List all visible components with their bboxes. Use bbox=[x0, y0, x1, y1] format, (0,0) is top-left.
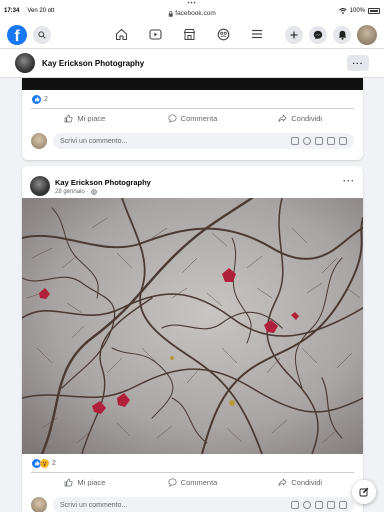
post-date: 28 gennaio bbox=[55, 188, 85, 195]
share-button[interactable]: Condividi bbox=[246, 478, 354, 487]
page-more-button[interactable]: ··· bbox=[347, 55, 369, 71]
post-actions: Mi piace Commenta Condividi bbox=[31, 472, 354, 492]
page-avatar[interactable] bbox=[15, 53, 35, 73]
status-time: 17:34 bbox=[4, 7, 20, 14]
post-card: 2 Mi piace Commenta Condividi Scrivi un … bbox=[22, 78, 363, 160]
status-bar: 17:34 Ven 20 ott ••• facebook.com 100% bbox=[0, 0, 384, 21]
share-button[interactable]: Condividi bbox=[246, 114, 354, 123]
comment-button[interactable]: Commenta bbox=[139, 114, 247, 123]
dot-separator: · bbox=[86, 188, 89, 195]
comment-label: Commenta bbox=[180, 114, 218, 123]
share-label: Condividi bbox=[291, 478, 323, 487]
user-avatar[interactable] bbox=[31, 133, 47, 149]
author-name[interactable]: Kay Erickson Photography bbox=[55, 178, 151, 187]
gif-icon[interactable] bbox=[327, 501, 335, 509]
author-avatar[interactable] bbox=[30, 176, 50, 196]
reactions-summary[interactable]: 2 bbox=[22, 90, 363, 108]
comment-composer: Scrivi un commento... bbox=[22, 495, 363, 512]
search-button[interactable] bbox=[33, 25, 51, 44]
comment-icon bbox=[168, 478, 177, 487]
comment-placeholder: Scrivi un commento... bbox=[60, 501, 128, 509]
like-button[interactable]: Mi piace bbox=[31, 478, 139, 487]
post-timestamp[interactable]: 28 gennaio · bbox=[55, 189, 151, 195]
page-header: Kay Erickson Photography ··· bbox=[0, 49, 384, 78]
search-icon bbox=[38, 30, 46, 39]
avatar-sticker-icon[interactable] bbox=[291, 137, 299, 145]
wow-reaction-icon bbox=[40, 458, 49, 468]
lock-icon bbox=[168, 10, 173, 17]
avatar-sticker-icon[interactable] bbox=[291, 501, 299, 509]
bell-icon bbox=[338, 30, 346, 40]
marketplace-tab[interactable] bbox=[181, 26, 197, 42]
account-avatar[interactable] bbox=[357, 24, 377, 45]
comment-composer: Scrivi un commento... bbox=[22, 131, 363, 151]
post-image-bottom bbox=[22, 78, 363, 90]
create-button[interactable] bbox=[285, 25, 303, 44]
menu-icon bbox=[252, 29, 262, 39]
share-icon bbox=[278, 478, 287, 487]
battery-percent: 100% bbox=[349, 7, 365, 14]
home-tab[interactable] bbox=[113, 26, 129, 42]
home-icon bbox=[115, 28, 127, 40]
compose-icon bbox=[359, 487, 369, 497]
comment-button[interactable]: Commenta bbox=[139, 478, 247, 487]
groups-icon bbox=[217, 28, 229, 40]
globe-icon bbox=[90, 188, 97, 195]
gif-icon[interactable] bbox=[327, 137, 335, 145]
camera-icon[interactable] bbox=[315, 501, 323, 509]
post-more-button[interactable]: ··· bbox=[343, 176, 355, 186]
wall-background bbox=[22, 198, 363, 454]
groups-tab[interactable] bbox=[215, 26, 231, 42]
emoji-icon[interactable] bbox=[303, 501, 311, 509]
comment-input[interactable]: Scrivi un commento... bbox=[53, 133, 354, 149]
marketplace-icon bbox=[183, 28, 195, 40]
address-bar[interactable]: facebook.com bbox=[168, 10, 216, 17]
facebook-logo[interactable]: f bbox=[7, 24, 27, 45]
emoji-icon[interactable] bbox=[303, 137, 311, 145]
comment-label: Commenta bbox=[180, 478, 218, 487]
share-label: Condividi bbox=[291, 114, 323, 123]
url-text: facebook.com bbox=[175, 10, 216, 17]
like-label: Mi piace bbox=[77, 478, 106, 487]
sticker-icon[interactable] bbox=[339, 137, 347, 145]
reactions-summary[interactable]: 2 bbox=[22, 454, 363, 472]
top-navigation: f bbox=[0, 21, 384, 49]
thumbs-up-icon bbox=[65, 114, 73, 123]
messenger-icon bbox=[313, 30, 323, 39]
sticker-icon[interactable] bbox=[339, 501, 347, 509]
thumbs-up-icon bbox=[65, 478, 73, 487]
plus-icon bbox=[290, 31, 298, 38]
new-message-button[interactable] bbox=[352, 480, 376, 504]
notifications-button[interactable] bbox=[333, 25, 351, 44]
multitask-dots-icon[interactable]: ••• bbox=[187, 1, 196, 7]
reaction-count: 2 bbox=[44, 95, 48, 103]
video-icon bbox=[148, 28, 162, 40]
like-button[interactable]: Mi piace bbox=[31, 114, 139, 123]
post-photo[interactable] bbox=[22, 198, 363, 454]
user-avatar[interactable] bbox=[31, 497, 47, 512]
page-name[interactable]: Kay Erickson Photography bbox=[42, 59, 144, 68]
comment-icon bbox=[168, 114, 177, 123]
post-card: Kay Erickson Photography 28 gennaio · ··… bbox=[22, 166, 363, 512]
share-icon bbox=[278, 114, 287, 123]
post-actions: Mi piace Commenta Condividi bbox=[31, 108, 354, 128]
menu-tab[interactable] bbox=[249, 26, 265, 42]
status-date: Ven 20 ott bbox=[27, 7, 55, 14]
comment-input[interactable]: Scrivi un commento... bbox=[53, 497, 354, 512]
like-label: Mi piace bbox=[77, 114, 106, 123]
comment-placeholder: Scrivi un commento... bbox=[60, 137, 128, 145]
reaction-count: 2 bbox=[52, 459, 56, 467]
messenger-button[interactable] bbox=[309, 25, 327, 44]
post-header: Kay Erickson Photography 28 gennaio · ··… bbox=[22, 166, 363, 198]
wifi-icon bbox=[338, 7, 347, 14]
camera-icon[interactable] bbox=[315, 137, 323, 145]
like-reaction-icon bbox=[32, 94, 41, 104]
battery-icon bbox=[368, 7, 380, 14]
video-tab[interactable] bbox=[147, 26, 163, 42]
facebook-logo-letter: f bbox=[14, 27, 20, 45]
